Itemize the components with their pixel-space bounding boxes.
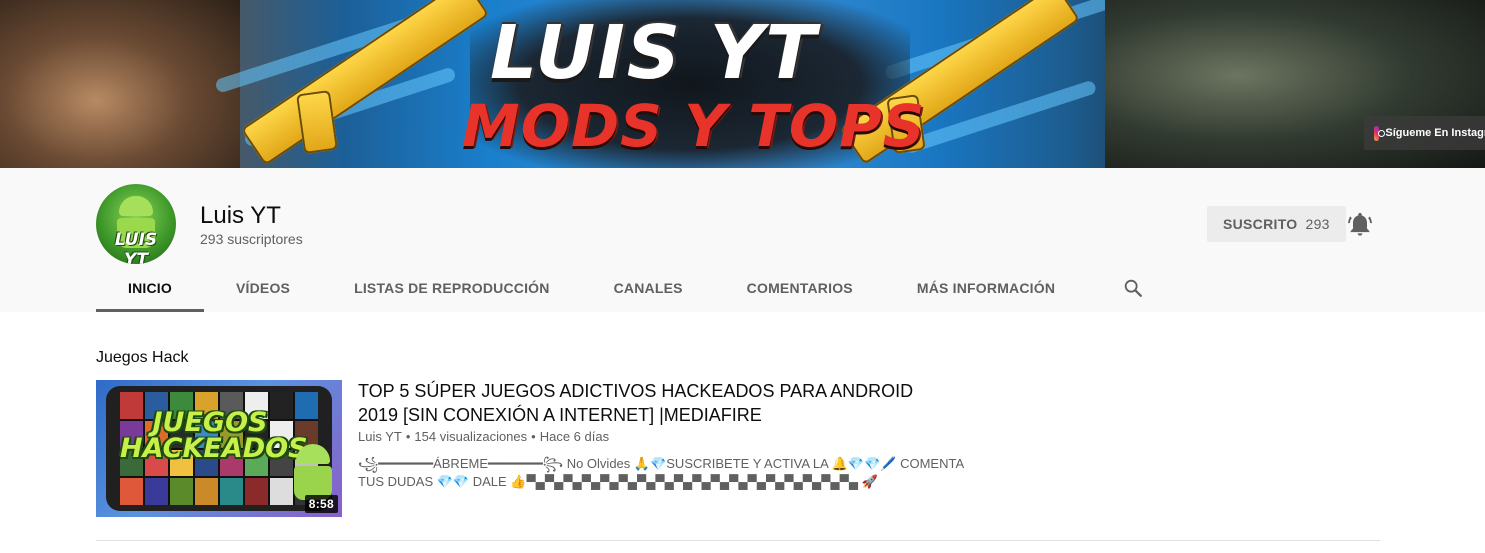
subscribed-label: SUSCRITO xyxy=(1223,216,1298,232)
channel-banner: LUIS YT MODS Y TOPS Sígueme En Instagram xyxy=(0,0,1485,168)
tab-videos[interactable]: VÍDEOS xyxy=(204,264,322,312)
video-thumbnail[interactable]: JUEGOS HACKEADOS 8:58 xyxy=(96,380,342,517)
android-icon xyxy=(292,444,334,502)
instagram-icon xyxy=(1374,125,1386,141)
bell-icon[interactable] xyxy=(1346,210,1374,238)
avatar-text: LUIS YT xyxy=(114,230,158,264)
subscriber-count: 293 suscriptores xyxy=(200,231,303,247)
channel-header: LUIS YT Luis YT 293 suscriptores SUSCRIT… xyxy=(0,168,1485,312)
shelf-title[interactable]: Juegos Hack xyxy=(96,349,189,367)
tab-playlists[interactable]: LISTAS DE REPRODUCCIÓN xyxy=(322,264,582,312)
banner-logo-subtitle: MODS Y TOPS xyxy=(462,92,926,160)
channel-tabs: INICIO VÍDEOS LISTAS DE REPRODUCCIÓN CAN… xyxy=(96,264,1145,312)
video-channel-link[interactable]: Luis YT xyxy=(358,429,402,444)
video-age: Hace 6 días xyxy=(539,429,610,444)
video-description: ꧁━━━━━━━ÁBREME━━━━━━━꧂ No Olvides 🙏💎SUSC… xyxy=(358,456,964,489)
video-title[interactable]: TOP 5 SÚPER JUEGOS ADICTIVOS HACKEADOS P… xyxy=(358,379,918,427)
channel-avatar[interactable]: LUIS YT xyxy=(96,184,176,264)
instagram-link-label: Sígueme En Instagram xyxy=(1385,127,1485,139)
subscribed-button[interactable]: SUSCRITO 293 xyxy=(1207,206,1346,242)
tab-about[interactable]: MÁS INFORMACIÓN xyxy=(885,264,1087,312)
video-duration: 8:58 xyxy=(304,495,338,513)
channel-name: Luis YT xyxy=(200,202,281,229)
banner-logo-title: LUIS YT xyxy=(490,10,818,96)
video-meta: Luis YT • 154 visualizaciones • Hace 6 días xyxy=(358,429,610,444)
banner-soldier-left xyxy=(0,0,240,168)
section-divider xyxy=(96,540,1380,541)
banner-gun-left xyxy=(240,0,490,166)
instagram-link[interactable]: Sígueme En Instagram xyxy=(1364,116,1485,150)
tab-channels[interactable]: CANALES xyxy=(582,264,715,312)
tab-inicio[interactable]: INICIO xyxy=(96,264,204,312)
search-icon[interactable] xyxy=(1121,264,1145,312)
video-views: 154 visualizaciones xyxy=(414,429,528,444)
subscribed-count: 293 xyxy=(1305,216,1330,232)
tab-comments[interactable]: COMENTARIOS xyxy=(715,264,885,312)
android-icon xyxy=(119,196,153,216)
thumbnail-title: JUEGOS HACKEADOS xyxy=(120,407,308,464)
